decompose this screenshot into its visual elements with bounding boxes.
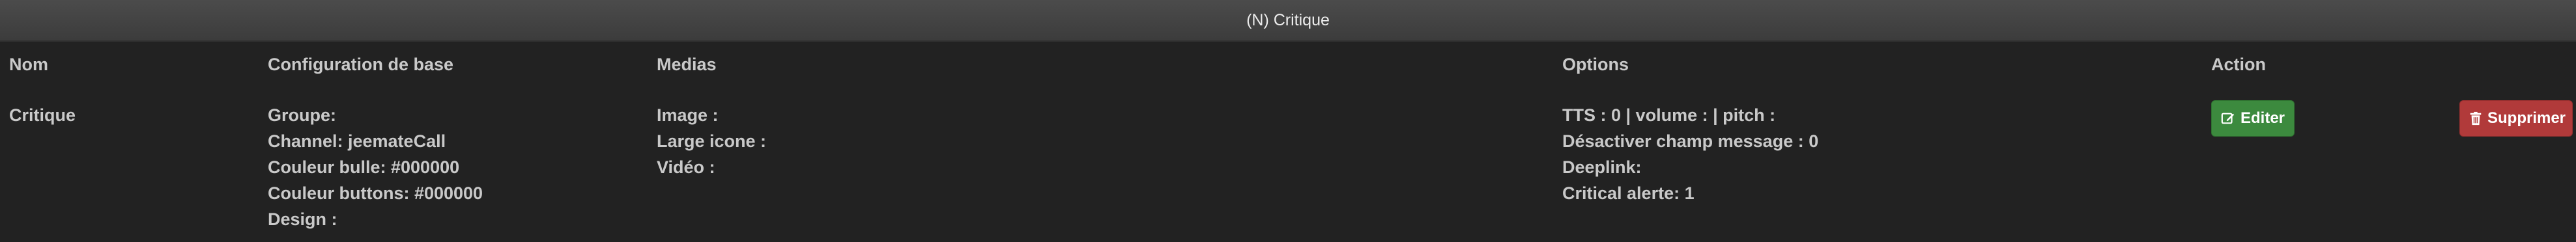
options-cell: TTS : 0 | volume : | pitch : Désactiver …	[1562, 102, 1818, 206]
column-header-options: Options	[1562, 55, 1629, 74]
config-groupe: Groupe:	[268, 105, 336, 125]
edit-button[interactable]: Editer	[2211, 100, 2295, 137]
column-header-nom: Nom	[9, 55, 48, 74]
trash-icon	[2470, 111, 2482, 126]
config-channel: Channel: jeemateCall	[268, 131, 446, 151]
config-design: Design :	[268, 209, 337, 229]
config-cell: Groupe: Channel: jeemateCall Couleur bul…	[268, 102, 483, 232]
option-critical-alerte: Critical alerte: 1	[1562, 183, 1695, 203]
media-image: Image :	[657, 105, 719, 125]
medias-cell: Image : Large icone : Vidéo :	[657, 102, 766, 180]
notification-panel: (N) Critique Nom Configuration de base M…	[0, 0, 2576, 242]
config-couleur-buttons: Couleur buttons: #000000	[268, 183, 483, 203]
media-video: Vidéo :	[657, 157, 715, 177]
column-header-action: Action	[2211, 55, 2266, 74]
option-tts: TTS : 0 | volume : | pitch :	[1562, 105, 1776, 125]
media-large-icone: Large icone :	[657, 131, 767, 151]
delete-button-label: Supprimer	[2487, 109, 2566, 127]
config-couleur-bulle: Couleur bulle: #000000	[268, 157, 460, 177]
row-name: Critique	[9, 105, 76, 125]
delete-button[interactable]: Supprimer	[2459, 100, 2573, 137]
edit-button-label: Editer	[2240, 109, 2285, 127]
column-header-config: Configuration de base	[268, 55, 454, 74]
option-deeplink: Deeplink:	[1562, 157, 1642, 177]
column-header-medias: Medias	[657, 55, 717, 74]
option-desactiver-champ: Désactiver champ message : 0	[1562, 131, 1819, 151]
panel-title: (N) Critique	[0, 0, 2576, 42]
edit-icon	[2221, 113, 2235, 124]
